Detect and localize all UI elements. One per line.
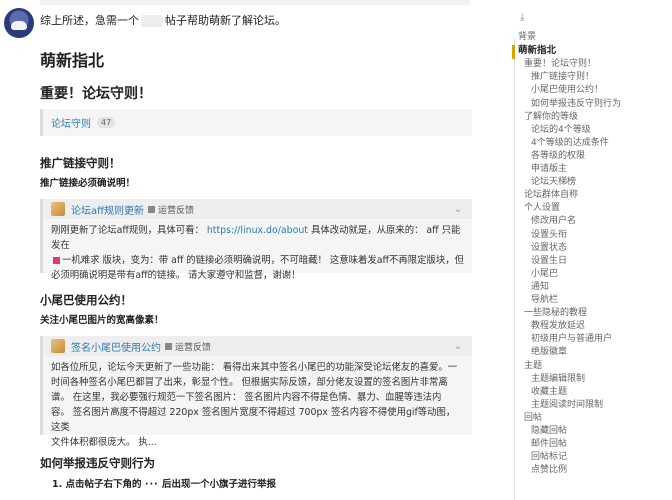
promo-quote-header[interactable]: 论坛aff规则更新 运营反馈 ⌄ [43, 199, 472, 219]
toc-item[interactable]: 4个等级的达成条件 [531, 137, 609, 149]
previous-content-strip [40, 0, 470, 5]
toc-item[interactable]: 主题阅读时间限制 [531, 399, 603, 411]
toc-item[interactable]: 推广链接守则！ [531, 71, 594, 83]
sig-quote-tag-label: 运营反馈 [175, 342, 212, 353]
promo-quote-tag[interactable]: 运营反馈 [148, 203, 194, 216]
chevron-down-icon[interactable]: ⌄ [454, 204, 462, 215]
sig-quote-line: 容。 签名图片高度不得超过 220px 签名图片宽度不得超过 700px 签名内… [51, 407, 456, 433]
promo-quote-link[interactable]: 论坛aff规则更新 [71, 202, 144, 217]
table-of-contents: ⤓ 背景萌新指北 重要！论坛守则！ 推广链接守则！ 小尾巴使用公约！ 如何举报违反守则行… [512, 0, 672, 500]
download-icon[interactable]: ⤓ [520, 12, 524, 23]
red-category-square-icon [53, 257, 60, 264]
toc-item[interactable]: 论坛群体自称 [524, 189, 578, 201]
report-heading: 如何举报违反守则行为 [40, 456, 155, 470]
toc-item[interactable]: 小尾巴 [531, 268, 558, 280]
category-square-icon [148, 205, 156, 213]
chevron-down-icon[interactable]: ⌄ [454, 341, 462, 352]
toc-item[interactable]: 如何举报违反守则行为 [531, 98, 621, 110]
toc-item[interactable]: 个人设置 [524, 202, 560, 214]
quote-avatar-icon [51, 339, 65, 353]
toc-item[interactable]: 收藏主题 [531, 386, 567, 398]
promo-quote-body: 刚刚更新了论坛aff规则，具体可看： https://linux.do/abou… [43, 219, 472, 289]
sig-quote-card: 签名小尾巴使用公约 运营反馈 ⌄ 如各位所见，论坛今天更新了一些功能： 看得出来… [40, 336, 472, 448]
toc-item[interactable]: 隐藏回帖 [531, 425, 567, 437]
intro-text-before: 综上所述，急需一个 [40, 14, 139, 27]
toc-item[interactable]: 重要！论坛守则！ [524, 58, 596, 70]
about-link[interactable]: https://linux.do/about [207, 225, 308, 236]
toc-item[interactable]: 绝版徽章 [531, 346, 567, 358]
promo-quote-card: 论坛aff规则更新 运营反馈 ⌄ 刚刚更新了论坛aff规则，具体可看： http… [40, 199, 472, 281]
toc-item[interactable]: 设置头衔 [531, 229, 567, 241]
avatar[interactable] [4, 8, 34, 38]
sig-quote-tag[interactable]: 运营反馈 [165, 340, 211, 353]
toc-item[interactable]: 邮件回帖 [531, 438, 567, 450]
promo-quote-line1: 刚刚更新了论坛aff规则，具体可看： https://linux.do/abou… [51, 223, 464, 253]
report-step-1-before: 1. 点击帖子右下角的 [52, 479, 142, 490]
category-link[interactable]: 论坛守则 [51, 115, 91, 130]
sig-note: 关注小尾巴图片的宽高像素！ [40, 315, 164, 326]
promo-quote-line2-text: 一机难求 版块，变为：带 aff 的链接必须明确说明，不可暗藏！ 这意味着发af… [62, 255, 464, 266]
sig-heading: 小尾巴使用公约！ [40, 293, 132, 307]
toc-item[interactable]: 导航栏 [531, 294, 558, 306]
promo-heading: 推广链接守则！ [40, 156, 121, 170]
toc-item[interactable]: 论坛的4个等级 [531, 124, 591, 136]
sig-quote-line: 时间各种签名小尾巴都冒了出来，彰显个性。 但根据实际反馈，部分佬友设置的签名图片… [51, 377, 448, 388]
sig-quote-line: 如各位所见，论坛今天更新了一些功能： 看得出来其中签名小尾巴的功能深受论坛佬友的… [51, 362, 458, 373]
post-body: 综上所述，急需一个 帖子帮助萌新了解论坛。 萌新指北 重要！论坛守则！ 论坛守则 … [0, 0, 500, 500]
sig-quote-line: 谱。 在这里，我必要强行规范一下签名图片： 签名图片内容不得是色情、暴力、血腥等… [51, 392, 442, 403]
promo-quote-tag-label: 运营反馈 [158, 205, 195, 216]
toc-item[interactable]: 设置状态 [531, 242, 567, 254]
toc-item[interactable]: 一些隐秘的教程 [524, 307, 587, 319]
quote-avatar-icon [51, 202, 65, 216]
report-step-1-after: 后出现一个小旗子进行举报 [161, 479, 276, 490]
toc-item[interactable]: 回帖标记 [531, 451, 567, 463]
redacted-pill [141, 15, 163, 27]
toc-item[interactable]: 申请版主 [531, 163, 567, 175]
toc-item[interactable]: 回帖 [524, 412, 542, 424]
toc-item[interactable]: 修改用户名 [531, 215, 576, 227]
section-rules-heading: 重要！论坛守则！ [40, 86, 152, 102]
toc-item[interactable]: 背景 [518, 31, 536, 43]
toc-item[interactable]: 了解你的等级 [524, 111, 578, 123]
toc-item[interactable]: 通知 [531, 281, 549, 293]
sig-quote-link[interactable]: 签名小尾巴使用公约 [71, 339, 161, 354]
toc-item[interactable]: 主题编辑限制 [531, 373, 585, 385]
toc-item[interactable]: 论坛天梯榜 [531, 176, 576, 188]
intro-text-after: 帖子帮助萌新了解论坛。 [165, 14, 286, 27]
category-link-box[interactable]: 论坛守则 47 [40, 109, 472, 136]
toc-item[interactable]: 小尾巴使用公约！ [531, 84, 603, 96]
toc-item[interactable]: 教程发放延迟 [531, 320, 585, 332]
intro-text: 综上所述，急需一个 帖子帮助萌新了解论坛。 [40, 12, 286, 28]
report-step-1: 1. 点击帖子右下角的 ··· 后出现一个小旗子进行举报 [52, 476, 276, 490]
toc-item[interactable]: 设置生日 [531, 255, 567, 267]
page-title: 萌新指北 [40, 51, 105, 70]
promo-note: 推广链接必须确说明！ [40, 178, 136, 189]
toc-item[interactable]: 初级用户与普通用户 [531, 333, 612, 345]
promo-quote-line3: 必须明确说明是带有aff的链接。 请大家遵守和监督，谢谢！ [51, 270, 301, 281]
more-dots-icon: ··· [144, 479, 159, 490]
toc-item[interactable]: 点赞比例 [531, 464, 567, 476]
sig-quote-line: 文件体积都很庞大。 执... [51, 437, 157, 448]
promo-quote-line1-before: 刚刚更新了论坛aff规则，具体可看： [51, 225, 204, 236]
category-square-icon [165, 342, 172, 350]
toc-item[interactable]: 萌新指北 [518, 45, 556, 57]
category-count-badge: 47 [97, 117, 116, 128]
promo-quote-line2: 一机难求 版块，变为：带 aff 的链接必须明确说明，不可暗藏！ 这意味着发af… [51, 253, 464, 268]
toc-item[interactable]: 各等级的权限 [531, 150, 585, 162]
toc-item[interactable]: 主题 [524, 360, 542, 372]
sig-quote-header[interactable]: 签名小尾巴使用公约 运营反馈 ⌄ [43, 336, 472, 356]
sig-quote-body: 如各位所见，论坛今天更新了一些功能： 看得出来其中签名小尾巴的功能深受论坛佬友的… [43, 356, 472, 456]
